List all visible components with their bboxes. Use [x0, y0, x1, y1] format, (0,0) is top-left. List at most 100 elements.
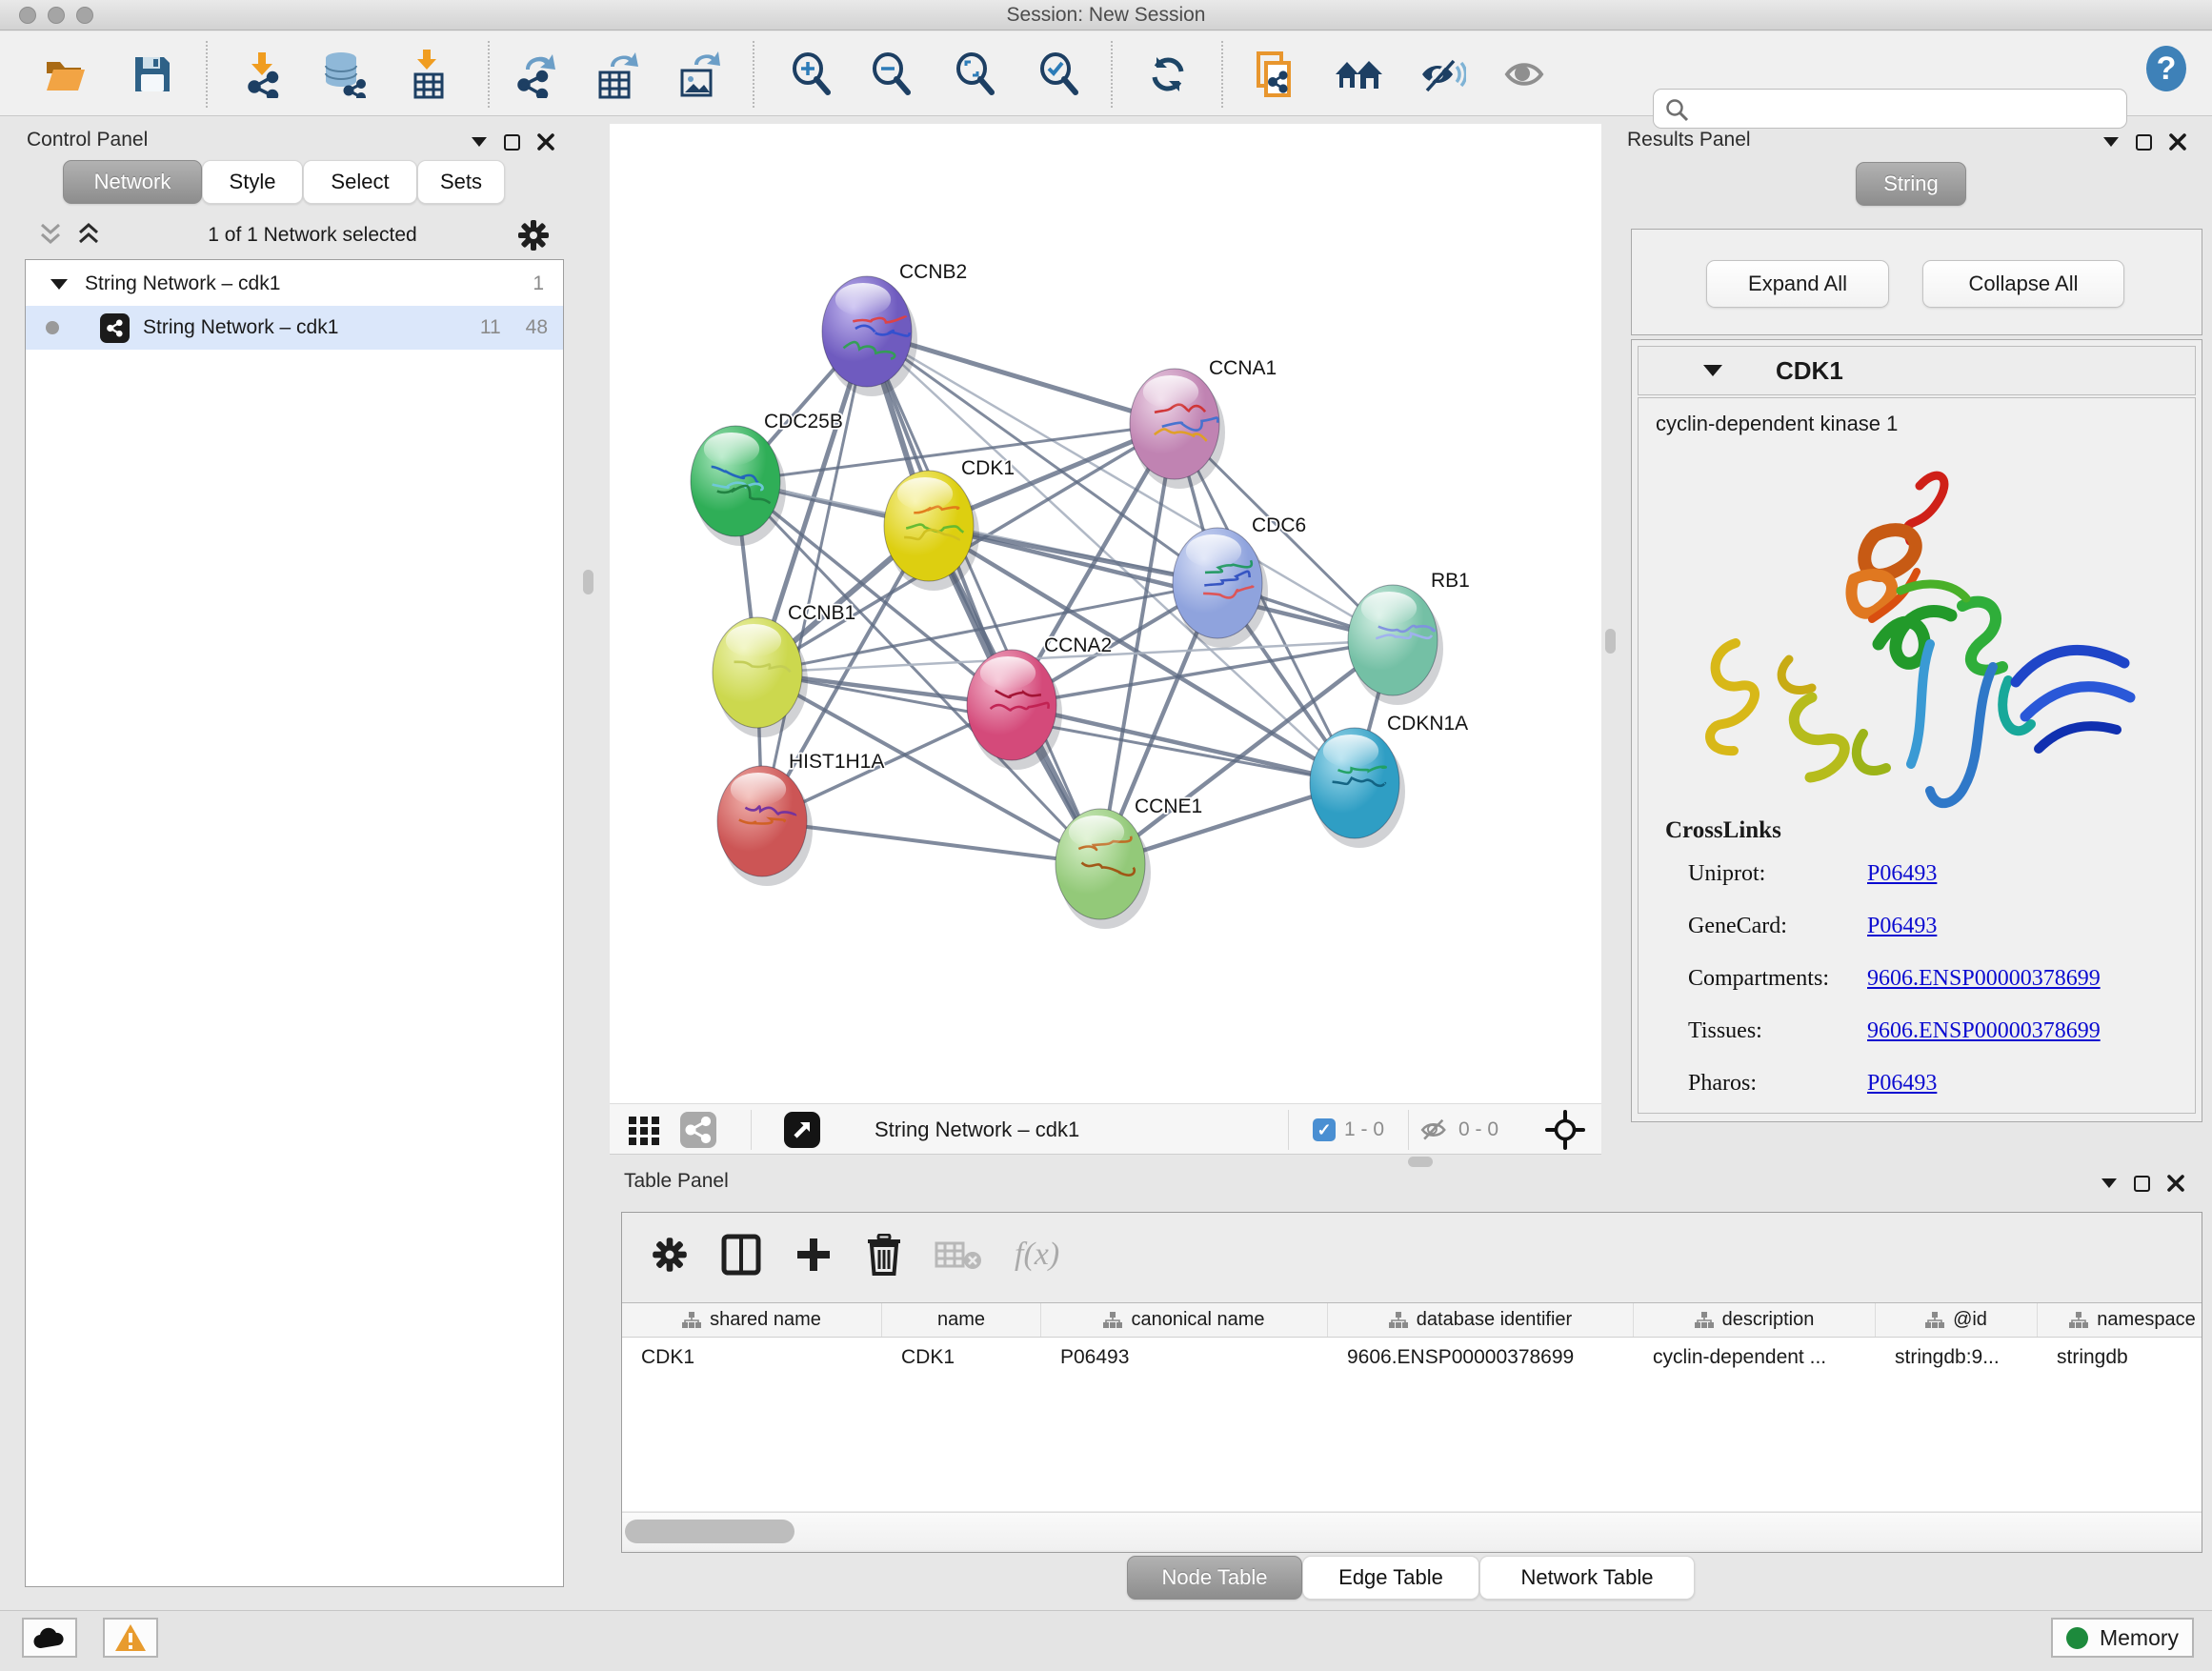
export-image-button[interactable]	[674, 49, 724, 100]
table-cell[interactable]: P06493	[1041, 1338, 1328, 1378]
panel-menu-icon[interactable]	[2101, 1178, 2117, 1188]
birdseye-toggle-button[interactable]	[1545, 1112, 1585, 1148]
network-options-gear-icon[interactable]	[516, 218, 551, 252]
column-header-database-identifier[interactable]: database identifier	[1328, 1303, 1634, 1337]
float-panel-icon[interactable]	[2136, 134, 2152, 151]
collection-expand-icon[interactable]	[50, 279, 68, 290]
show-columns-icon[interactable]	[721, 1234, 761, 1276]
panel-menu-icon[interactable]	[2103, 137, 2119, 147]
table-cell[interactable]: 9606.ENSP00000378699	[1328, 1338, 1634, 1378]
table-cell[interactable]: stringdb	[2038, 1338, 2202, 1378]
zoom-fit-button[interactable]	[951, 49, 1000, 100]
table-cell[interactable]: stringdb:9...	[1876, 1338, 2038, 1378]
delete-table-icon[interactable]	[935, 1238, 982, 1272]
network-node-CCNA1[interactable]: CCNA1	[1130, 357, 1277, 489]
table-horizontal-scrollbar[interactable]	[622, 1512, 2202, 1550]
search-input[interactable]	[1698, 92, 2117, 125]
apply-layout-button[interactable]	[1143, 49, 1193, 100]
expand-all-button[interactable]: Expand All	[1706, 260, 1889, 308]
column-header-description[interactable]: description	[1634, 1303, 1876, 1337]
network-node-CCNB2[interactable]: CCNB2	[822, 261, 967, 396]
network-edge[interactable]	[867, 332, 1100, 864]
network-node-CDC6[interactable]: CDC6	[1173, 514, 1306, 648]
network-node-CDK1[interactable]: CDK1	[884, 457, 1015, 591]
float-panel-icon[interactable]	[2134, 1176, 2150, 1192]
export-table-button[interactable]	[593, 49, 642, 100]
left-splitter-handle[interactable]	[583, 570, 593, 594]
protein-section-header[interactable]: CDK1	[1638, 346, 2196, 395]
tab-select[interactable]: Select	[303, 160, 417, 204]
table-cell[interactable]: CDK1	[622, 1338, 882, 1378]
help-button[interactable]: ?	[2142, 43, 2191, 94]
collapse-all-button[interactable]: Collapse All	[1922, 260, 2124, 308]
collapse-all-icon[interactable]	[38, 222, 70, 249]
import-network-file-button[interactable]	[238, 49, 288, 100]
table-options-gear-icon[interactable]	[651, 1236, 689, 1274]
float-panel-icon[interactable]	[504, 134, 520, 151]
open-in-window-button[interactable]	[783, 1112, 821, 1148]
import-table-file-button[interactable]	[404, 49, 453, 100]
tab-string[interactable]: String	[1856, 162, 1966, 206]
panel-menu-icon[interactable]	[472, 137, 487, 147]
hide-selection-button[interactable]	[1418, 49, 1467, 100]
crosslink-link[interactable]: P06493	[1867, 914, 1937, 939]
network-node-HIST1H1A[interactable]: HIST1H1A	[717, 751, 884, 886]
network-edge[interactable]	[762, 821, 1100, 864]
export-network-button[interactable]	[511, 49, 560, 100]
column-header--id[interactable]: @id	[1876, 1303, 2038, 1337]
network-node-CDKN1A[interactable]: CDKN1A	[1310, 713, 1468, 848]
collection-name: String Network – cdk1	[85, 272, 280, 295]
tab-edge-table[interactable]: Edge Table	[1302, 1556, 1479, 1600]
copy-network-button[interactable]	[1250, 49, 1299, 100]
network-collection-row[interactable]: String Network – cdk1 1	[26, 262, 563, 306]
close-panel-icon[interactable]	[2167, 1175, 2184, 1192]
expand-all-icon[interactable]	[76, 222, 109, 249]
tab-sets[interactable]: Sets	[417, 160, 505, 204]
function-builder-icon[interactable]: f(x)	[1015, 1237, 1059, 1273]
close-panel-icon[interactable]	[537, 133, 554, 151]
memory-button[interactable]: Memory	[2051, 1618, 2194, 1658]
close-panel-icon[interactable]	[2169, 133, 2186, 151]
table-row[interactable]: CDK1CDK1P064939606.ENSP00000378699cyclin…	[622, 1338, 2202, 1378]
crosslink-link[interactable]: 9606.ENSP00000378699	[1867, 1018, 2101, 1044]
tab-network[interactable]: Network	[63, 160, 202, 204]
network-canvas[interactable]: CCNB2CCNA1CDC25BCDK1CDC6RB1CCNB1CCNA2CDK…	[610, 124, 1601, 1103]
warnings-button[interactable]	[103, 1618, 158, 1658]
save-session-button[interactable]	[128, 49, 177, 100]
import-network-database-button[interactable]	[320, 49, 370, 100]
table-cell[interactable]: CDK1	[882, 1338, 1041, 1378]
crosslink-link[interactable]: P06493	[1867, 1071, 1937, 1097]
column-header-shared-name[interactable]: shared name	[622, 1303, 882, 1337]
network-node-RB1[interactable]: RB1	[1348, 570, 1470, 705]
zoom-selected-button[interactable]	[1035, 49, 1084, 100]
tab-node-table[interactable]: Node Table	[1127, 1556, 1302, 1600]
show-all-button[interactable]	[1501, 49, 1551, 100]
cloud-service-button[interactable]	[22, 1618, 77, 1658]
add-column-icon[interactable]	[794, 1235, 834, 1275]
attribute-table: shared namenamecanonical namedatabase id…	[622, 1302, 2202, 1511]
bottom-splitter-handle[interactable]	[1408, 1157, 1433, 1167]
zoom-in-button[interactable]	[787, 49, 836, 100]
crosslink-link[interactable]: P06493	[1867, 861, 1937, 887]
open-session-button[interactable]	[40, 49, 90, 100]
column-header-name[interactable]: name	[882, 1303, 1041, 1337]
tab-network-table[interactable]: Network Table	[1479, 1556, 1695, 1600]
network-row[interactable]: String Network – cdk1 11 48	[26, 306, 563, 350]
results-content: CDK1 cyclin-dependent kinase 1	[1631, 339, 2202, 1122]
table-cell[interactable]: cyclin-dependent ...	[1634, 1338, 1876, 1378]
selected-checkbox-icon[interactable]: ✓	[1313, 1118, 1336, 1141]
right-splitter-handle[interactable]	[1605, 629, 1616, 654]
delete-column-trash-icon[interactable]	[866, 1234, 902, 1276]
network-edge[interactable]	[1012, 705, 1355, 783]
first-neighbors-button[interactable]	[1334, 49, 1383, 100]
scrollbar-thumb[interactable]	[625, 1520, 794, 1543]
tab-style[interactable]: Style	[202, 160, 303, 204]
collapse-section-icon[interactable]	[1703, 365, 1722, 376]
table-toolbar: f(x)	[622, 1213, 2202, 1297]
zoom-out-button[interactable]	[867, 49, 916, 100]
column-header-namespace[interactable]: namespace	[2038, 1303, 2202, 1337]
network-mode-button[interactable]	[680, 1112, 716, 1148]
grid-mode-button[interactable]	[627, 1112, 661, 1148]
crosslink-link[interactable]: 9606.ENSP00000378699	[1867, 966, 2101, 992]
column-header-canonical-name[interactable]: canonical name	[1041, 1303, 1328, 1337]
